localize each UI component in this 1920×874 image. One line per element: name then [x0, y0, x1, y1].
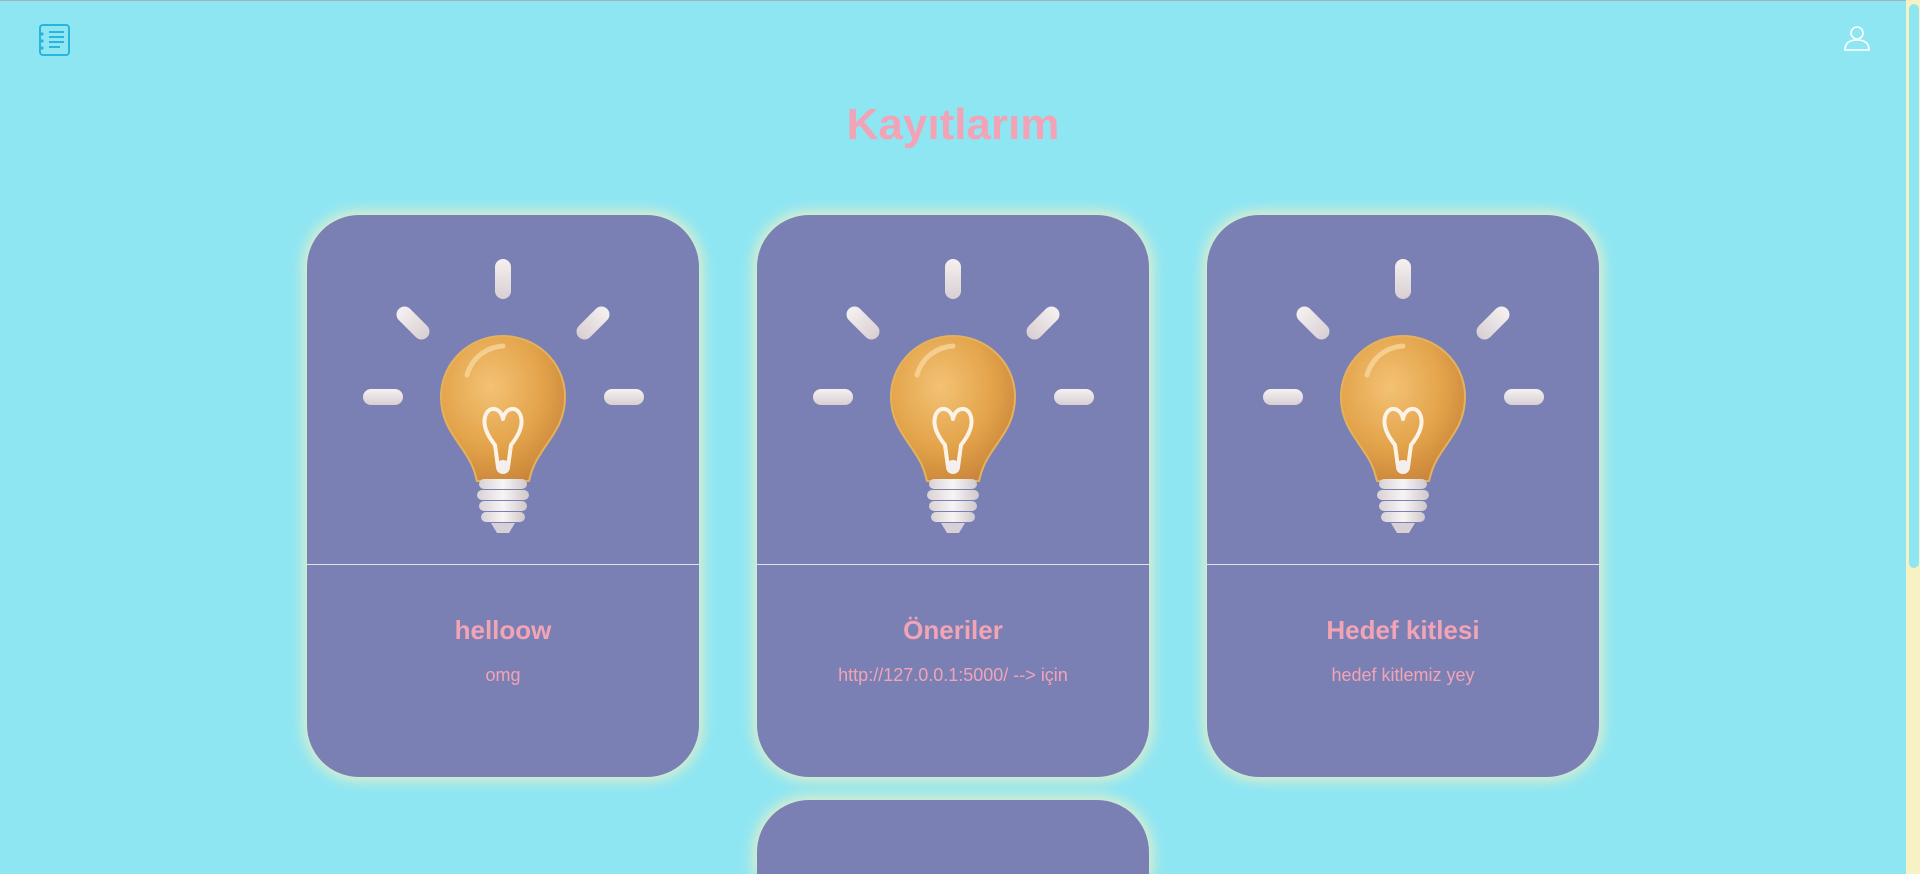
scrollbar-thumb[interactable] — [1909, 4, 1919, 568]
card-title: Hedef kitlesi — [1326, 615, 1480, 645]
lightbulb-icon — [1207, 215, 1599, 564]
card-description: http://127.0.0.1:5000/ --> için — [838, 665, 1068, 685]
card-divider — [307, 564, 699, 565]
card-description: hedef kitlemiz yey — [1331, 665, 1475, 685]
lightbulb-icon — [307, 215, 699, 564]
card-divider — [757, 564, 1149, 565]
page-title: Kayıtlarım — [846, 100, 1060, 149]
record-card[interactable]: helloow omg — [307, 215, 699, 777]
card-description: omg — [485, 665, 521, 685]
record-card[interactable]: Hedef kitlesi hedef kitlemiz yey — [1207, 215, 1599, 777]
top-border — [0, 0, 1920, 1]
record-card[interactable] — [757, 800, 1149, 874]
notes-list-icon[interactable] — [38, 24, 70, 56]
card-divider — [1207, 564, 1599, 565]
user-icon[interactable] — [1844, 25, 1870, 51]
card-title: Öneriler — [903, 615, 1003, 645]
record-card[interactable]: Öneriler http://127.0.0.1:5000/ --> için — [757, 215, 1149, 777]
lightbulb-icon — [757, 215, 1149, 564]
card-title: helloow — [454, 615, 552, 645]
